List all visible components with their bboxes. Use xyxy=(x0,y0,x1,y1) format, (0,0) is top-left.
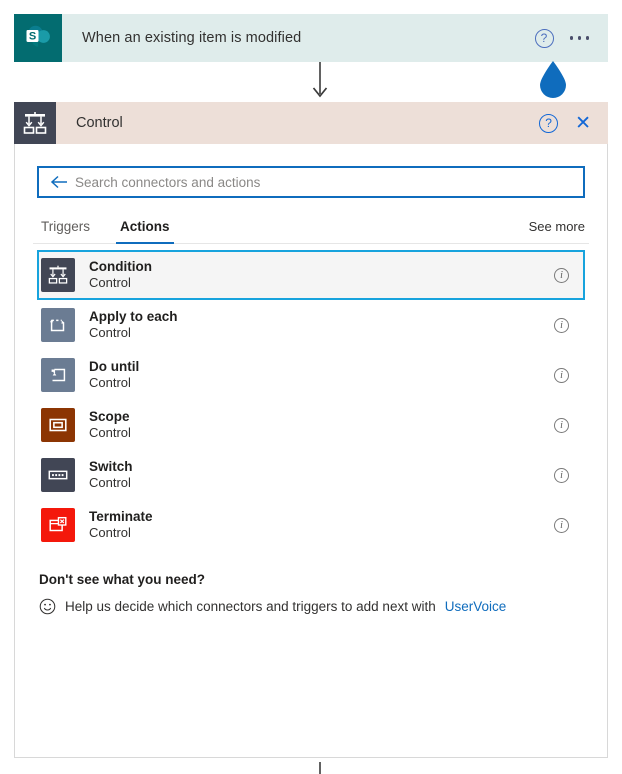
flow-designer-canvas: S When an existing item is modified ? Co… xyxy=(0,0,622,774)
trigger-actions: ? xyxy=(534,28,609,48)
trigger-card[interactable]: S When an existing item is modified ? xyxy=(14,14,608,62)
list-item-scope[interactable]: Scope Control i xyxy=(37,400,585,450)
tab-triggers[interactable]: Triggers xyxy=(37,219,94,243)
action-subtitle: Control xyxy=(89,375,131,391)
action-subtitle: Control xyxy=(89,425,131,441)
action-title: Terminate xyxy=(89,509,153,525)
list-item-text: Switch Control xyxy=(75,458,554,492)
action-subtitle: Control xyxy=(89,525,131,541)
info-icon[interactable]: i xyxy=(554,267,569,283)
action-title: Scope xyxy=(89,409,130,425)
list-item-text: Condition Control xyxy=(75,258,554,292)
action-list: Condition Control i Apply to each Contro… xyxy=(37,244,585,550)
sharepoint-glyph: S xyxy=(26,25,50,47)
info-icon[interactable]: i xyxy=(554,367,569,383)
control-panel: Control ? ✕ Triggers Actions xyxy=(14,102,608,758)
search-input[interactable] xyxy=(75,174,575,190)
panel-footer: Don't see what you need? Help us decide … xyxy=(37,550,585,615)
control-icon xyxy=(14,102,56,144)
terminate-icon xyxy=(41,508,75,542)
svg-text:S: S xyxy=(29,30,36,42)
back-arrow-icon[interactable] xyxy=(47,175,75,189)
footer-title: Don't see what you need? xyxy=(39,572,205,587)
list-item-switch[interactable]: Switch Control i xyxy=(37,450,585,500)
do-until-icon xyxy=(41,358,75,392)
list-item-terminate[interactable]: Terminate Control i xyxy=(37,500,585,550)
tab-actions[interactable]: Actions xyxy=(116,219,174,244)
footer-text: Help us decide which connectors and trig… xyxy=(65,599,436,614)
panel-header: Control ? ✕ xyxy=(14,102,608,144)
apply-to-each-icon xyxy=(41,308,75,342)
scope-icon xyxy=(41,408,75,442)
list-item-text: Apply to each Control xyxy=(75,308,554,342)
list-item-do-until[interactable]: Do until Control i xyxy=(37,350,585,400)
panel-header-actions: ? ✕ xyxy=(539,113,608,133)
trigger-title: When an existing item is modified xyxy=(82,30,302,46)
more-options-icon[interactable] xyxy=(568,30,592,46)
search-box[interactable] xyxy=(37,166,585,198)
tab-bar: Triggers Actions See more xyxy=(33,198,589,244)
list-item-condition[interactable]: Condition Control i xyxy=(37,250,585,300)
action-subtitle: Control xyxy=(89,275,131,291)
list-item-text: Terminate Control xyxy=(75,508,554,542)
see-more-link[interactable]: See more xyxy=(529,219,585,243)
blue-drop-cursor-icon xyxy=(537,60,569,100)
info-icon[interactable]: i xyxy=(554,417,569,433)
help-icon[interactable]: ? xyxy=(539,113,559,133)
footer-line: Help us decide which connectors and trig… xyxy=(39,598,579,615)
condition-icon xyxy=(41,258,75,292)
uservoice-link[interactable]: UserVoice xyxy=(445,599,507,614)
info-icon[interactable]: i xyxy=(554,467,569,483)
action-title: Apply to each xyxy=(89,309,178,325)
sharepoint-icon: S xyxy=(14,14,62,62)
switch-icon xyxy=(41,458,75,492)
close-icon[interactable]: ✕ xyxy=(575,114,591,133)
list-item-text: Do until Control xyxy=(75,358,554,392)
panel-title: Control xyxy=(76,115,123,131)
info-icon[interactable]: i xyxy=(554,517,569,533)
action-title: Do until xyxy=(89,359,140,375)
help-icon[interactable]: ? xyxy=(534,28,554,48)
connector-arrow-bottom-icon xyxy=(310,762,330,774)
action-title: Condition xyxy=(89,259,152,275)
connector-arrow-icon xyxy=(310,62,330,102)
info-icon[interactable]: i xyxy=(554,317,569,333)
panel-body: Triggers Actions See more xyxy=(15,144,607,757)
action-subtitle: Control xyxy=(89,475,131,491)
list-item-apply-to-each[interactable]: Apply to each Control i xyxy=(37,300,585,350)
smiley-icon xyxy=(39,598,56,615)
list-item-text: Scope Control xyxy=(75,408,554,442)
action-subtitle: Control xyxy=(89,325,131,341)
action-title: Switch xyxy=(89,459,133,475)
control-glyph xyxy=(23,112,47,134)
